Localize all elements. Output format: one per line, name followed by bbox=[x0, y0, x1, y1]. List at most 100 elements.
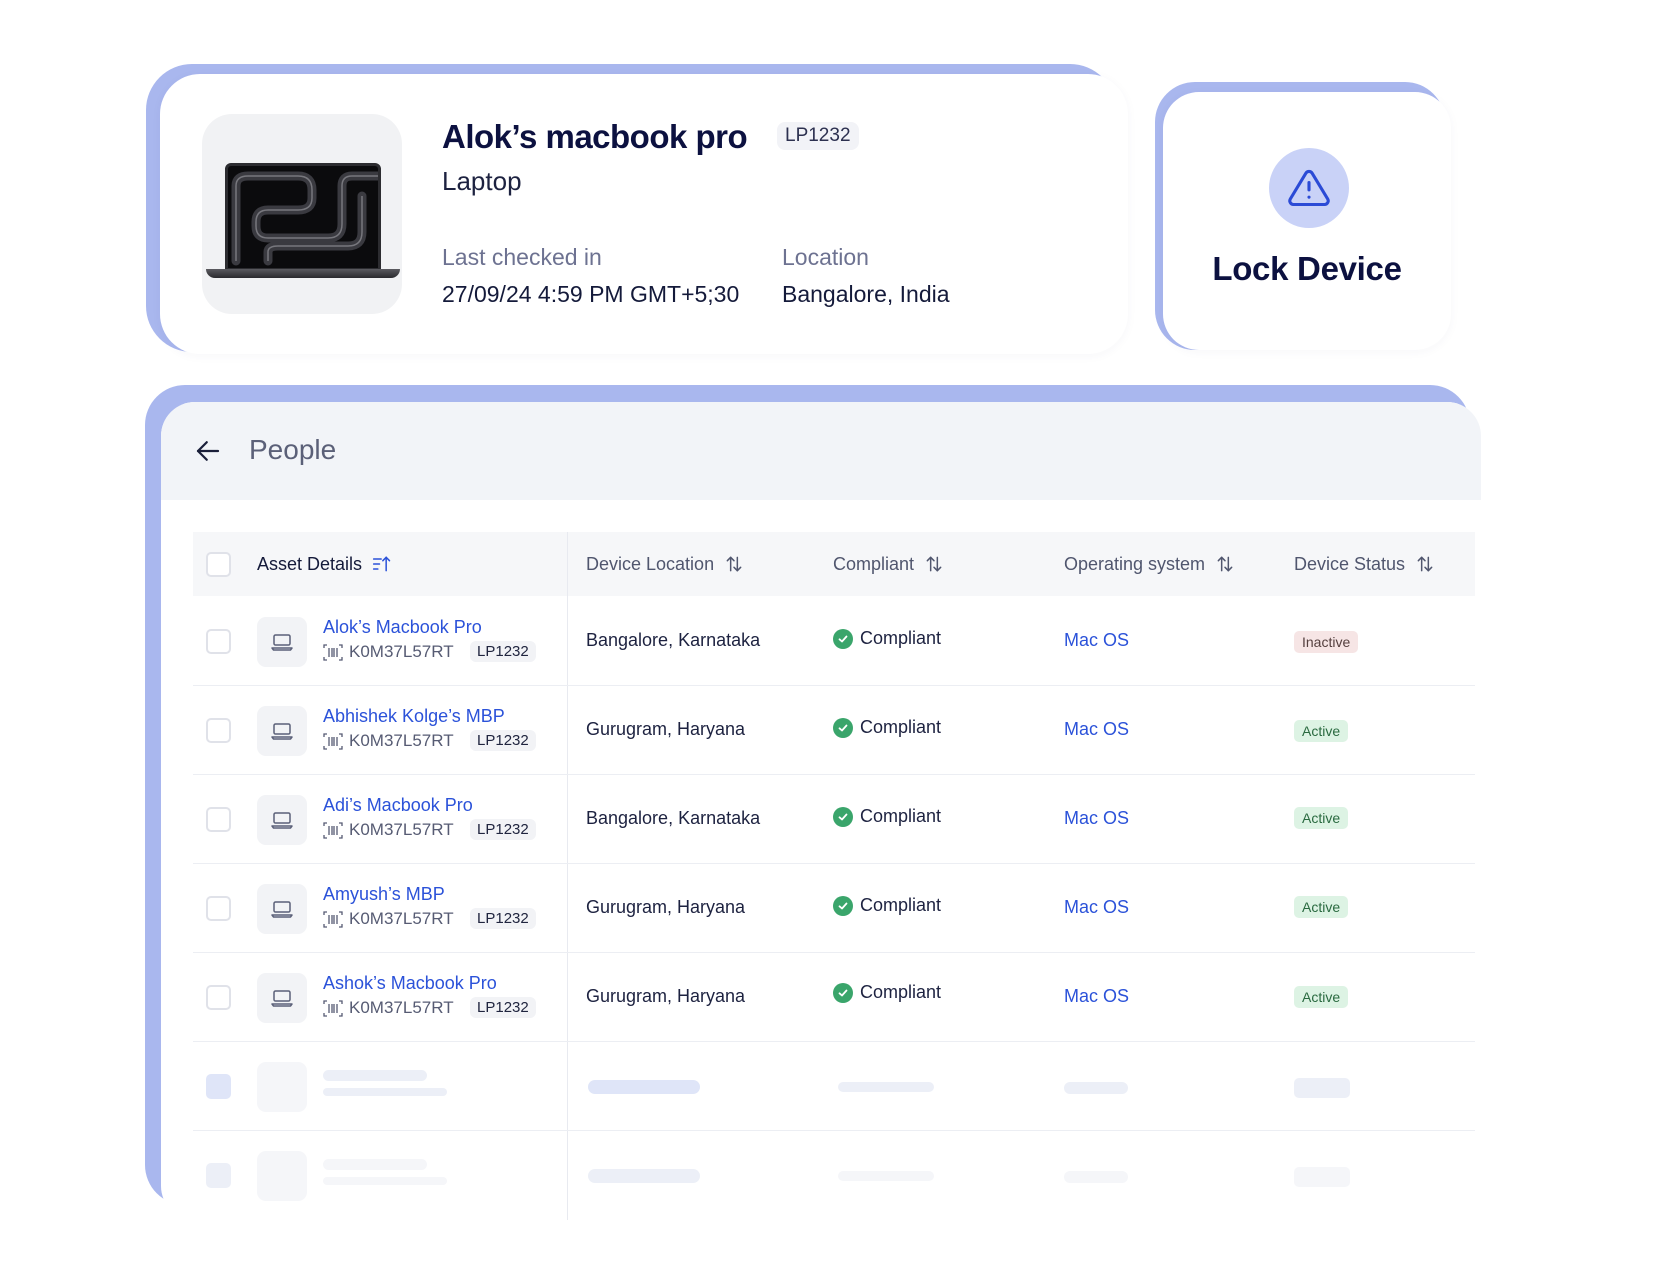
device-thumbnail bbox=[202, 114, 402, 314]
barcode-icon bbox=[323, 732, 343, 750]
row-checkbox[interactable] bbox=[206, 807, 231, 832]
laptop-icon bbox=[257, 617, 307, 667]
serial-number: K0M37L57RT bbox=[349, 820, 454, 839]
laptop-icon bbox=[257, 884, 307, 934]
skeleton-row bbox=[193, 1131, 1475, 1220]
compliance-status: Compliant bbox=[833, 982, 941, 1003]
compliance-label: Compliant bbox=[860, 628, 942, 648]
sort-icon bbox=[726, 556, 742, 572]
column-asset-details[interactable]: Asset Details bbox=[257, 532, 392, 596]
table-row[interactable]: Alok’s Macbook Pro K0M37L57RT LP1232 Ban… bbox=[193, 597, 1475, 686]
column-device-location[interactable]: Device Location bbox=[586, 532, 744, 596]
laptop-image bbox=[225, 163, 381, 271]
row-checkbox[interactable] bbox=[206, 718, 231, 743]
asset-serial: K0M37L57RT bbox=[323, 731, 454, 751]
barcode-icon bbox=[323, 821, 343, 839]
sort-icon bbox=[1217, 556, 1233, 572]
asset-serial: K0M37L57RT bbox=[323, 909, 454, 929]
column-label: Asset Details bbox=[257, 553, 363, 574]
row-checkbox[interactable] bbox=[206, 985, 231, 1010]
skeleton-line bbox=[1064, 1082, 1128, 1094]
operating-system-link[interactable]: Mac OS bbox=[1064, 897, 1129, 918]
sort-ascending-icon bbox=[372, 556, 391, 572]
table-row[interactable]: Ashok’s Macbook Pro K0M37L57RT LP1232 Gu… bbox=[193, 953, 1475, 1042]
device-asset-tag: LP1232 bbox=[777, 122, 859, 150]
skeleton-line bbox=[323, 1088, 447, 1096]
check-circle-icon bbox=[833, 982, 853, 1003]
skeleton-checkbox bbox=[206, 1074, 231, 1099]
row-checkbox[interactable] bbox=[206, 629, 231, 654]
row-checkbox[interactable] bbox=[206, 896, 231, 921]
serial-number: K0M37L57RT bbox=[349, 909, 454, 928]
column-label: Device Location bbox=[586, 553, 715, 574]
laptop-icon bbox=[257, 795, 307, 845]
select-all-checkbox[interactable] bbox=[206, 552, 231, 577]
sort-icon bbox=[1417, 556, 1433, 572]
table-row[interactable]: Amyush’s MBP K0M37L57RT LP1232 Gurugram,… bbox=[193, 864, 1475, 953]
skeleton-icon bbox=[257, 1062, 307, 1112]
check-circle-icon bbox=[833, 628, 853, 649]
column-operating-system[interactable]: Operating system bbox=[1064, 532, 1235, 596]
check-circle-icon bbox=[833, 895, 853, 916]
compliance-label: Compliant bbox=[860, 895, 942, 915]
compliance-status: Compliant bbox=[833, 806, 941, 827]
serial-number: K0M37L57RT bbox=[349, 642, 454, 661]
serial-number: K0M37L57RT bbox=[349, 731, 454, 750]
table-row[interactable]: Abhishek Kolge’s MBP K0M37L57RT LP1232 G… bbox=[193, 686, 1475, 775]
skeleton-badge bbox=[1294, 1167, 1350, 1187]
arrow-left-icon[interactable] bbox=[193, 436, 223, 466]
barcode-icon bbox=[323, 999, 343, 1017]
skeleton-line bbox=[1064, 1171, 1128, 1183]
operating-system-link[interactable]: Mac OS bbox=[1064, 719, 1129, 740]
skeleton-line bbox=[588, 1169, 700, 1183]
device-location: Gurugram, Haryana bbox=[586, 719, 746, 739]
asset-tag: LP1232 bbox=[470, 997, 536, 1018]
warning-triangle-icon bbox=[1269, 148, 1349, 228]
skeleton-icon bbox=[257, 1151, 307, 1201]
asset-serial: K0M37L57RT bbox=[323, 642, 454, 662]
asset-serial: K0M37L57RT bbox=[323, 820, 454, 840]
asset-name-link[interactable]: Adi’s Macbook Pro bbox=[323, 795, 473, 816]
column-label: Operating system bbox=[1064, 553, 1206, 574]
asset-tag: LP1232 bbox=[470, 641, 536, 662]
status-badge: Active bbox=[1294, 986, 1349, 1008]
asset-name-link[interactable]: Abhishek Kolge’s MBP bbox=[323, 706, 505, 727]
operating-system-link[interactable]: Mac OS bbox=[1064, 630, 1129, 651]
location-label: Location bbox=[782, 244, 869, 270]
asset-name-link[interactable]: Ashok’s Macbook Pro bbox=[323, 973, 497, 994]
skeleton-row bbox=[193, 1042, 1475, 1131]
asset-name-link[interactable]: Amyush’s MBP bbox=[323, 884, 445, 905]
asset-tag: LP1232 bbox=[470, 908, 536, 929]
laptop-base bbox=[206, 269, 400, 278]
device-card: Alok’s macbook pro LP1232 Laptop Last ch… bbox=[160, 74, 1128, 354]
barcode-icon bbox=[323, 910, 343, 928]
compliance-label: Compliant bbox=[860, 717, 942, 737]
operating-system-link[interactable]: Mac OS bbox=[1064, 808, 1129, 829]
location-value: Bangalore, India bbox=[782, 281, 950, 307]
column-label: Compliant bbox=[833, 553, 915, 574]
skeleton-line bbox=[588, 1080, 700, 1094]
asset-tag: LP1232 bbox=[470, 819, 536, 840]
table-header: Asset Details Device Location Compliant bbox=[193, 532, 1475, 596]
compliance-status: Compliant bbox=[833, 717, 941, 738]
table-row[interactable]: Adi’s Macbook Pro K0M37L57RT LP1232 Bang… bbox=[193, 775, 1475, 864]
column-compliant[interactable]: Compliant bbox=[833, 532, 944, 596]
operating-system-link[interactable]: Mac OS bbox=[1064, 986, 1129, 1007]
compliance-status: Compliant bbox=[833, 895, 941, 916]
column-device-status[interactable]: Device Status bbox=[1294, 532, 1435, 596]
compliance-label: Compliant bbox=[860, 806, 942, 826]
laptop-icon bbox=[257, 973, 307, 1023]
asset-name-link[interactable]: Alok’s Macbook Pro bbox=[323, 617, 482, 638]
check-circle-icon bbox=[833, 806, 853, 827]
serial-number: K0M37L57RT bbox=[349, 998, 454, 1017]
device-location: Gurugram, Haryana bbox=[586, 897, 746, 917]
lock-device-button[interactable]: Lock Device bbox=[1163, 92, 1451, 350]
skeleton-line bbox=[838, 1171, 934, 1181]
device-location: Bangalore, Karnataka bbox=[586, 808, 761, 828]
device-location: Gurugram, Haryana bbox=[586, 986, 746, 1006]
asset-serial: K0M37L57RT bbox=[323, 998, 454, 1018]
status-badge: Active bbox=[1294, 807, 1349, 829]
panel-header: People bbox=[161, 402, 1481, 500]
sort-icon bbox=[926, 556, 942, 572]
asset-tag: LP1232 bbox=[470, 730, 536, 751]
